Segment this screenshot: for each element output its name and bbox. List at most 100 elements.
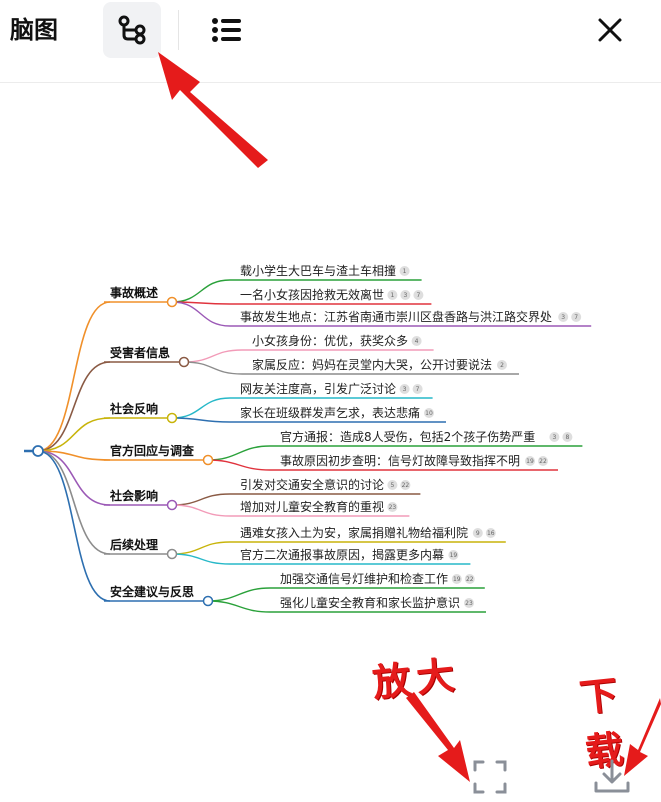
reference-number: 3 (561, 314, 565, 321)
leaf-label[interactable]: 家属反应：妈妈在灵堂内大哭，公开讨要说法 (252, 357, 492, 372)
reference-number: 10 (425, 410, 433, 417)
leaf-connector (171, 493, 231, 506)
leaf-label[interactable]: 官方通报：造成8人受伤，包括2个孩子伤势严重 (280, 429, 535, 444)
reference-number: 7 (416, 386, 420, 393)
close-button[interactable] (588, 8, 632, 52)
reference-badge[interactable]: 3 (549, 432, 560, 442)
branch-connector (37, 450, 111, 602)
reference-badge[interactable]: 1 (399, 266, 410, 276)
reference-number: 22 (466, 576, 474, 583)
reference-badge[interactable]: 19 (525, 456, 535, 466)
reference-number: 3 (403, 386, 407, 393)
leaf-connector (207, 600, 271, 613)
branch-label[interactable]: 社会影响 (109, 488, 158, 503)
reference-number: 3 (403, 292, 407, 299)
reference-number: 7 (574, 314, 578, 321)
leaf-label[interactable]: 引发对交通安全意识的讨论 (240, 477, 384, 492)
reference-number: 22 (402, 482, 410, 489)
fullscreen-button[interactable] (468, 755, 512, 799)
reference-badge[interactable]: 4 (411, 336, 422, 346)
reference-number: 1 (403, 268, 407, 275)
leaf-connector (207, 587, 271, 602)
reference-number: 5 (390, 482, 394, 489)
leaf-label[interactable]: 加强交通信号灯维护和检查工作 (280, 571, 448, 586)
reference-badge[interactable]: 22 (538, 456, 548, 466)
leaf-connector (171, 301, 231, 327)
reference-badge[interactable]: 19 (451, 574, 462, 584)
leaf-label[interactable]: 载小学生大巴车与渣土车相撞 (240, 263, 396, 278)
reference-badge[interactable]: 8 (562, 432, 573, 442)
reference-number: 4 (415, 338, 419, 345)
reference-badge[interactable]: 16 (485, 528, 496, 538)
leaf-connector (183, 349, 243, 363)
branch-label[interactable]: 官方回应与调查 (110, 443, 195, 458)
leaf-connector (171, 279, 231, 303)
leaf-label[interactable]: 遇难女孩入土为安，家属捐赠礼物给福利院 (240, 525, 468, 540)
reference-badge[interactable]: 7 (412, 384, 423, 394)
reference-badge[interactable]: 23 (387, 502, 398, 512)
reference-number: 23 (389, 504, 397, 511)
page-title: 脑图 (10, 16, 58, 44)
branch-label[interactable]: 安全建议与反思 (110, 584, 194, 599)
leaf-label[interactable]: 网友关注度高，引发广泛讨论 (240, 381, 396, 396)
leaf-label[interactable]: 一名小女孩因抢救无效离世 (240, 287, 384, 302)
reference-badge[interactable]: 3 (399, 384, 410, 394)
leaf-label[interactable]: 事故原因初步查明：信号灯故障导致指挥不明 (280, 453, 520, 468)
branch-connector (37, 301, 111, 452)
reference-number: 19 (526, 458, 534, 465)
reference-number: 19 (453, 576, 461, 583)
leaf-label[interactable]: 官方二次通报事故原因，揭露更多内幕 (240, 547, 444, 562)
close-icon (598, 18, 622, 42)
reference-badge[interactable]: 22 (464, 574, 475, 584)
reference-badge[interactable]: 7 (413, 290, 424, 300)
leaf-connector (183, 361, 243, 375)
reference-badge[interactable]: 3 (558, 312, 569, 322)
branch-toggle-knob[interactable] (166, 548, 178, 560)
annotation-arrow-tab (158, 52, 268, 168)
reference-badge[interactable]: 23 (464, 598, 474, 608)
reference-number: 8 (565, 434, 569, 441)
branch-label[interactable]: 受害者信息 (110, 345, 170, 360)
branch-label[interactable]: 后续处理 (110, 537, 158, 552)
reference-badge[interactable]: 5 (387, 480, 398, 490)
reference-badge[interactable]: 22 (400, 480, 411, 490)
annotation-arrow-zoom (406, 692, 470, 782)
branch-toggle-knob[interactable] (202, 595, 214, 607)
branch-toggle-knob[interactable] (166, 412, 178, 424)
reference-number: 9 (476, 530, 480, 537)
mindmap-canvas[interactable]: 事故概述 载小学生大巴车与渣土车相撞 1 一名小女孩因抢救无效离世 1 3 7 事故发生地点：… (0, 240, 661, 640)
leaf-label[interactable]: 事故发生地点：江苏省南通市崇川区盘香路与洪江路交界处 (240, 309, 552, 324)
reference-badge[interactable]: 10 (424, 408, 434, 418)
reference-badge[interactable]: 3 (400, 290, 411, 300)
root-node[interactable] (32, 445, 44, 457)
leaf-connector (171, 504, 231, 517)
branch-toggle-knob[interactable] (166, 296, 178, 308)
reference-badge[interactable]: 1 (387, 290, 398, 300)
reference-badge[interactable]: 19 (448, 550, 459, 560)
reference-badge[interactable]: 2 (497, 360, 507, 370)
leaf-label[interactable]: 家长在班级群发声乞求，表达悲痛 (240, 405, 420, 420)
branch-toggle-knob[interactable] (202, 454, 214, 466)
reference-badge[interactable]: 9 (472, 528, 483, 538)
leaf-connector (207, 459, 271, 471)
branch-label[interactable]: 社会反响 (109, 401, 158, 416)
download-icon (594, 759, 630, 793)
leaf-connector (171, 553, 231, 565)
fullscreen-icon (473, 760, 507, 794)
top-bar: 脑图 (0, 0, 661, 83)
reference-badge[interactable]: 7 (571, 312, 582, 322)
reference-number: 23 (465, 600, 473, 607)
branch-label[interactable]: 事故概述 (110, 285, 158, 300)
download-button[interactable] (590, 755, 634, 799)
reference-number: 7 (416, 292, 420, 299)
leaf-label[interactable]: 增加对儿童安全教育的重视 (240, 499, 384, 514)
branch-toggle-knob[interactable] (166, 499, 178, 511)
branch-toggle-knob[interactable] (178, 356, 190, 368)
leaf-label[interactable]: 小女孩身份：优优，获奖众多 (252, 333, 408, 348)
reference-number: 22 (539, 458, 547, 465)
leaf-label[interactable]: 强化儿童安全教育和家长监护意识 (280, 595, 460, 610)
leaf-connector (207, 445, 271, 461)
leaf-connector (171, 417, 231, 423)
reference-number: 2 (500, 362, 504, 369)
reference-number: 16 (487, 530, 495, 537)
